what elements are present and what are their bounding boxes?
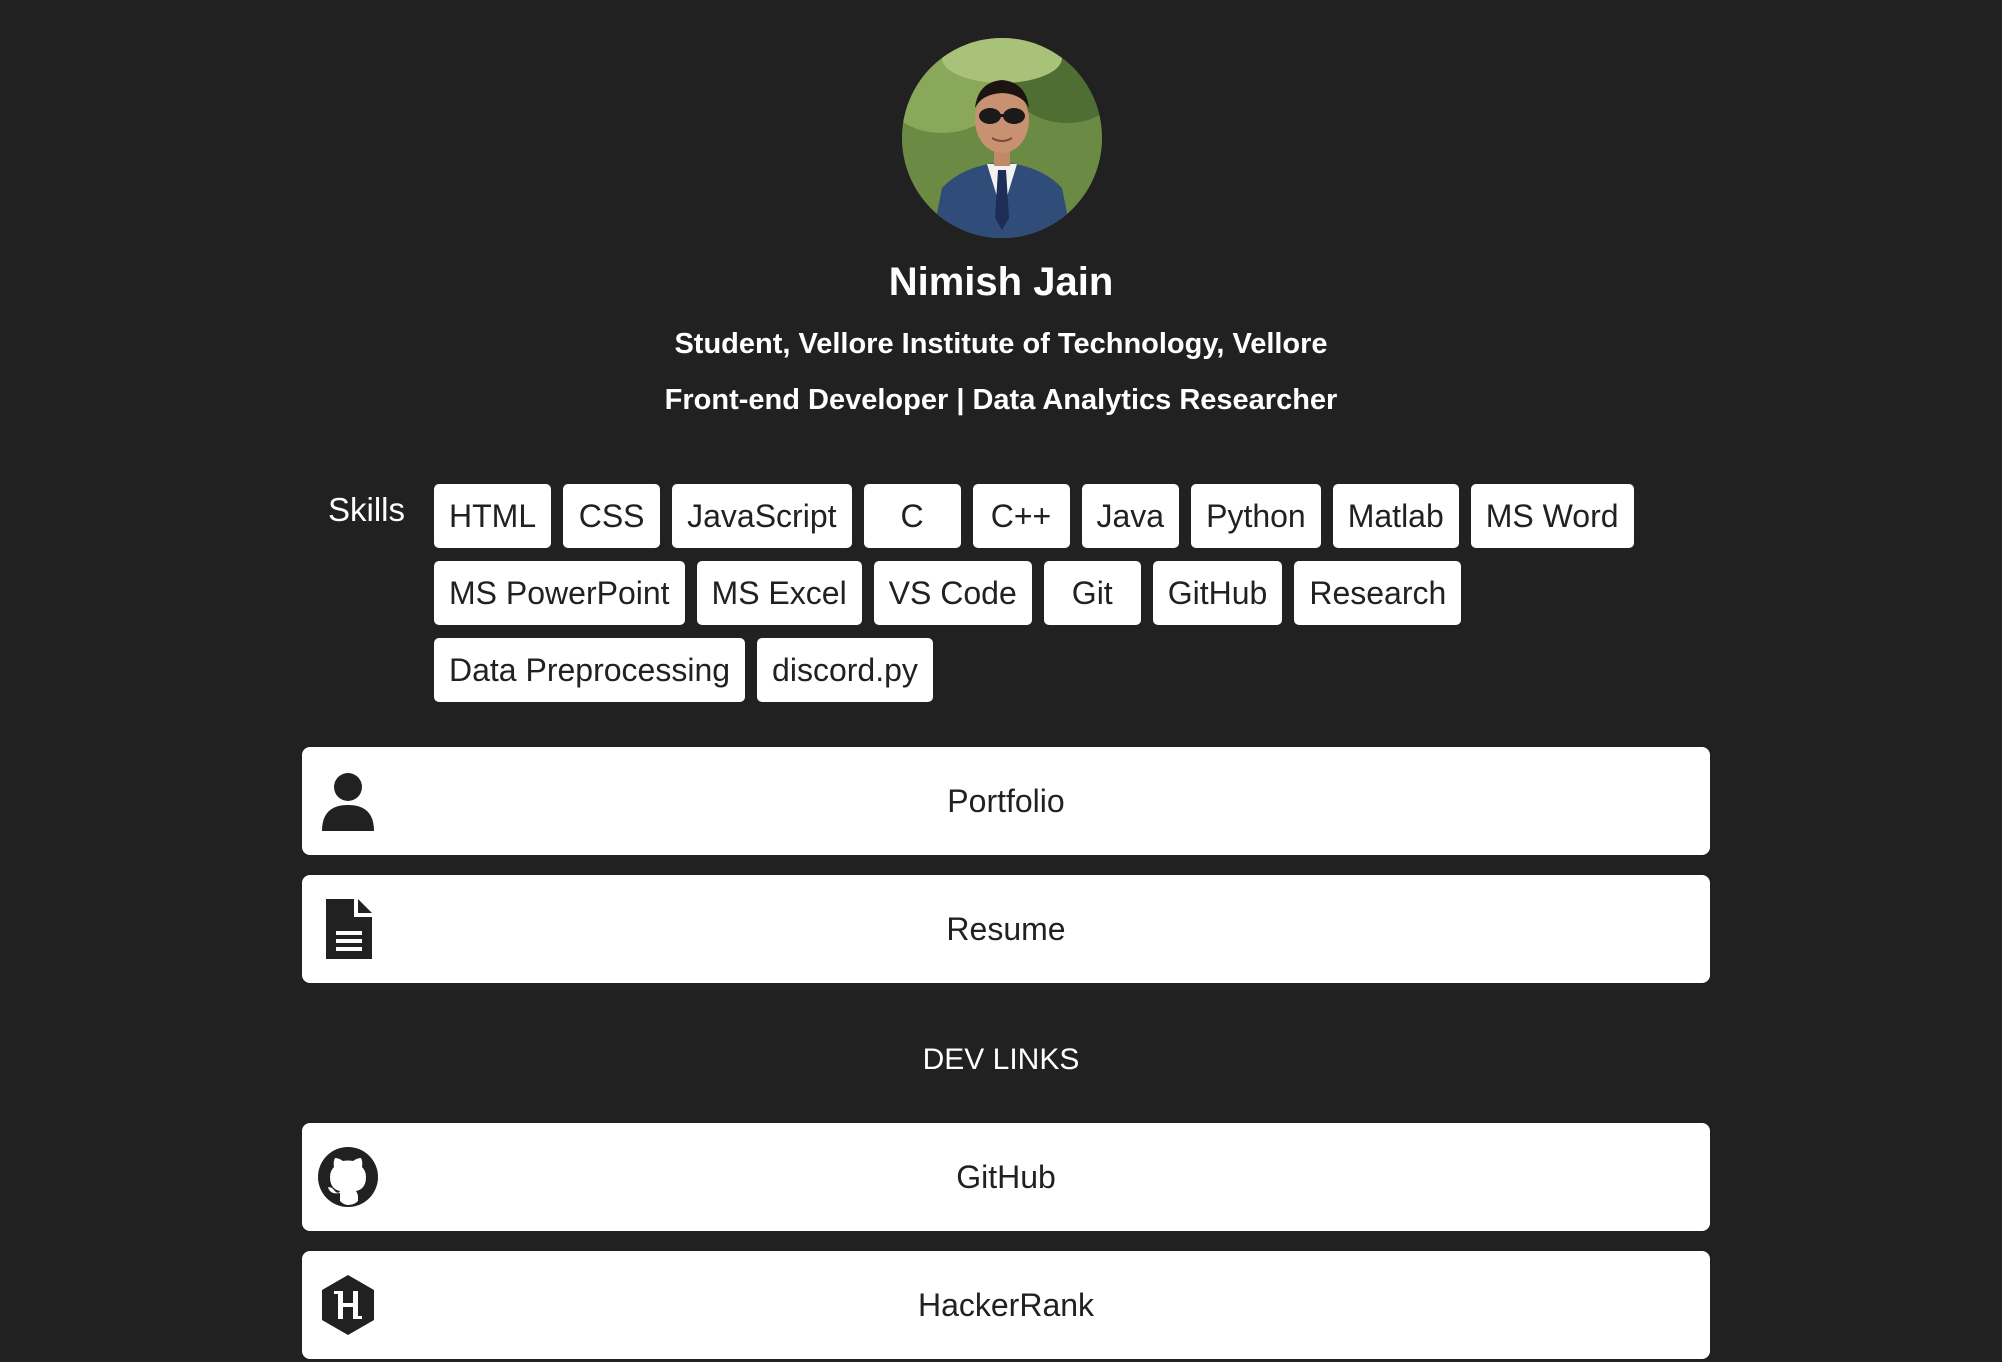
- skill-tag-css: CSS: [563, 484, 661, 548]
- skill-tag-data-preprocessing: Data Preprocessing: [434, 638, 746, 702]
- skills-label: Skills: [328, 491, 406, 528]
- skill-tag-matlab: Matlab: [1332, 484, 1459, 548]
- skill-tag-vs-code: VS Code: [873, 561, 1032, 625]
- skill-tag-python: Python: [1191, 484, 1321, 548]
- skill-tag-ms-word: MS Word: [1470, 484, 1634, 548]
- github-link-label: GitHub: [956, 1159, 1056, 1195]
- skill-tag-discord-py: discord.py: [757, 638, 933, 702]
- portfolio-link-label: Portfolio: [947, 783, 1065, 819]
- avatar: [902, 38, 1102, 238]
- skill-tag-git: Git: [1043, 561, 1141, 625]
- dev-links-heading: DEV LINKS: [922, 1043, 1080, 1076]
- resume-link-button[interactable]: Resume: [302, 875, 1710, 983]
- skill-tag-research: Research: [1294, 561, 1462, 625]
- skill-tag-java: Java: [1081, 484, 1180, 548]
- skill-tag-ms-powerpoint: MS PowerPoint: [434, 561, 685, 625]
- skill-tag-javascript: JavaScript: [672, 484, 852, 548]
- resume-link-label: Resume: [946, 911, 1066, 947]
- profile-name: Nimish Jain: [888, 260, 1114, 304]
- skill-tag-cpp: C++: [972, 484, 1070, 548]
- skills-list: HTML CSS JavaScript C C++ Java Python Ma…: [434, 484, 1674, 702]
- profile-subtitle-education: Student, Vellore Institute of Technology…: [674, 328, 1328, 360]
- portfolio-link-button[interactable]: Portfolio: [302, 747, 1710, 855]
- avatar-photo: [902, 38, 1102, 238]
- github-link-button[interactable]: GitHub: [302, 1123, 1710, 1231]
- skill-tag-github: GitHub: [1152, 561, 1283, 625]
- skill-tag-ms-excel: MS Excel: [696, 561, 862, 625]
- skill-tag-c: C: [863, 484, 961, 548]
- hackerrank-link-button[interactable]: HackerRank: [302, 1251, 1710, 1359]
- skill-tag-html: HTML: [434, 484, 552, 548]
- profile-subtitle-roles: Front-end Developer | Data Analytics Res…: [664, 384, 1338, 416]
- hackerrank-link-label: HackerRank: [917, 1287, 1095, 1323]
